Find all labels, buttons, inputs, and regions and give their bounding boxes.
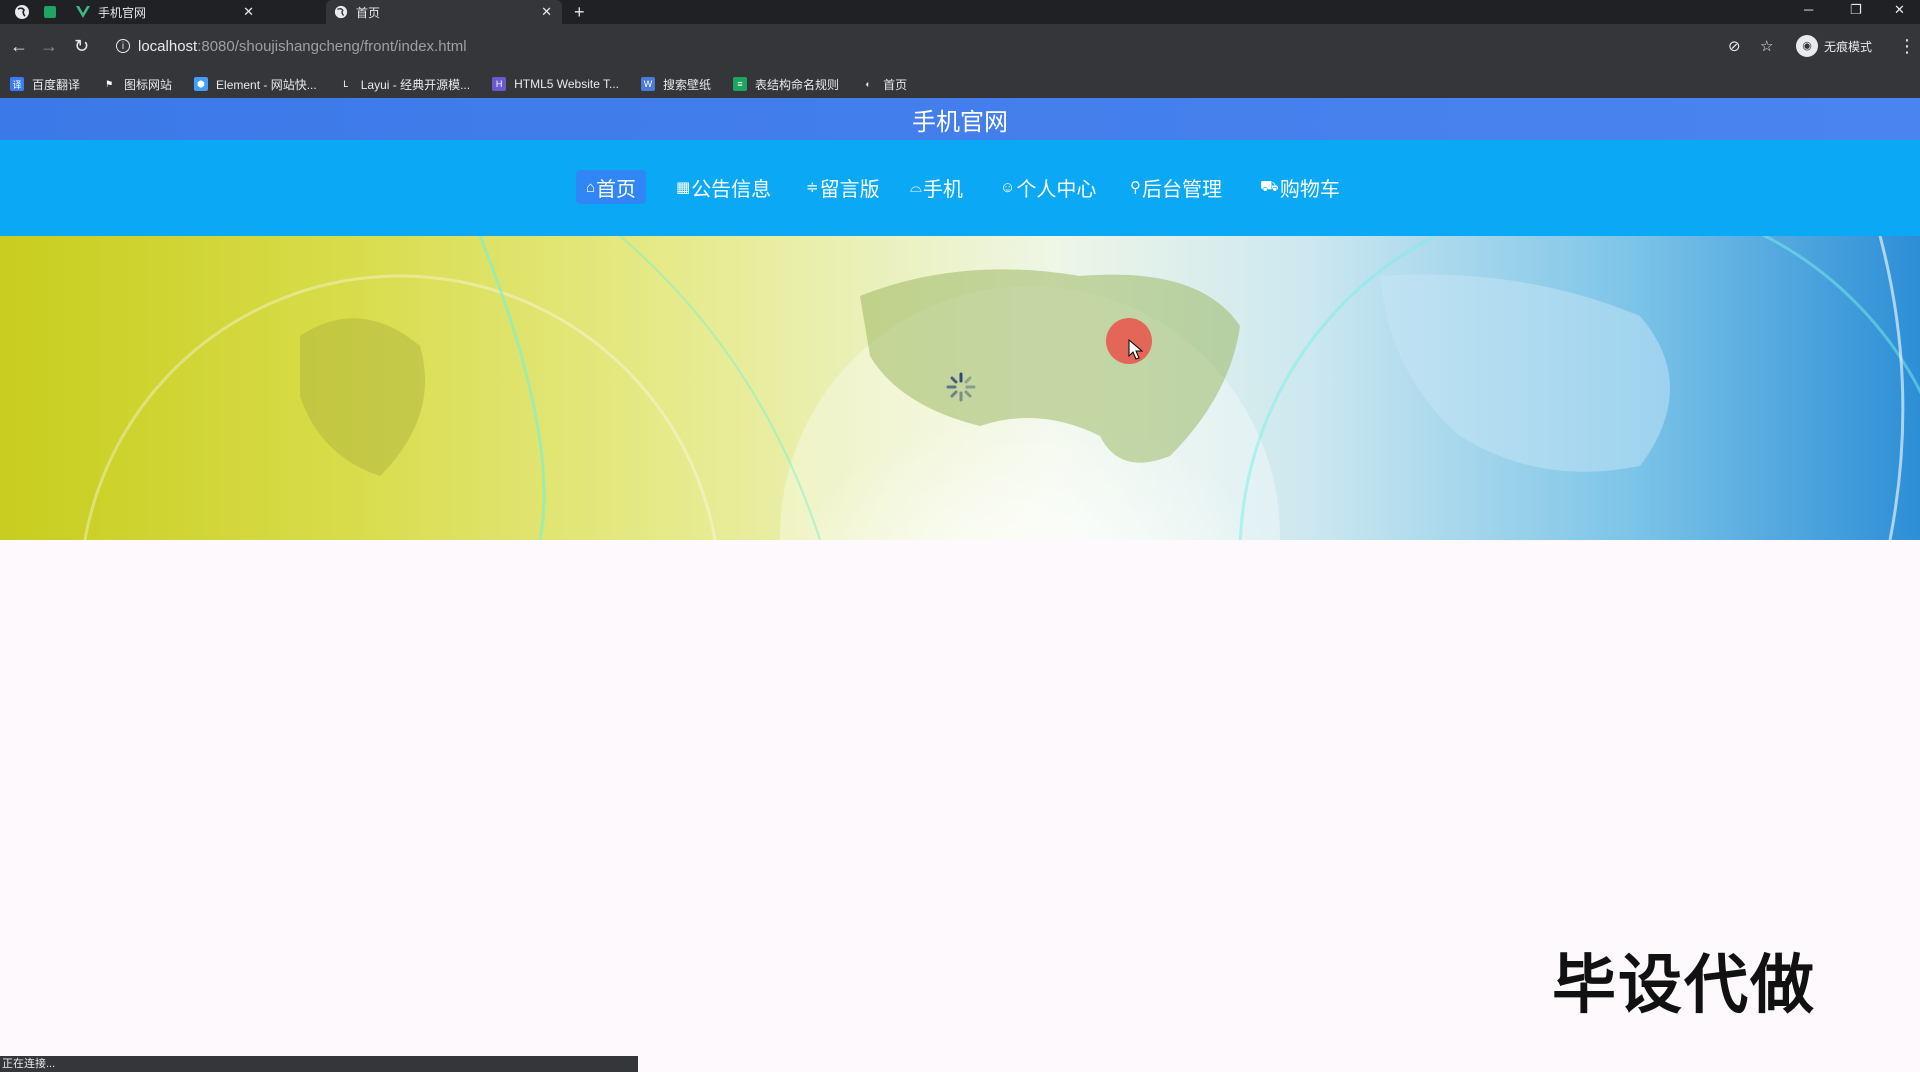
chrome-globe-icon[interactable] [14,4,30,20]
nav-item-notice[interactable]: ▦ 公告信息 [666,170,781,204]
bookmark-icon: W [641,77,656,91]
incognito-indicator[interactable]: ◉ 无痕模式 [1796,35,1872,57]
mouse-cursor-icon [1128,339,1144,360]
bookmark-icon: ⬢ [194,77,209,91]
nav-label: 后台管理 [1142,178,1222,201]
bookmark-label: 首页 [883,77,908,92]
nav-item-phones[interactable]: ⌓ 手机 [900,170,973,204]
bookmark-item[interactable]: ◐ 首页 [861,76,907,93]
bookmark-icon: 译 [10,77,24,91]
forward-icon[interactable]: → [40,36,58,56]
bookmark-label: 图标网站 [124,77,173,92]
bookmark-label: Element - 网站快... [216,77,317,92]
url-text[interactable]: localhost:8080/shoujishangcheng/front/in… [138,38,467,55]
reload-icon[interactable]: ↻ [74,36,89,56]
watermark-text: 毕设代做 [1552,949,1816,1021]
globe-icon [334,5,348,19]
browser-toolbar: ← → ↻ i localhost:8080/shoujishangcheng/… [0,24,1920,70]
bookmark-icon: L [338,77,353,91]
cart-icon: ⛟ [1260,177,1279,195]
new-tab-icon[interactable]: + [574,1,585,23]
home-icon: ⌂ [586,178,596,196]
nav-item-personal-center[interactable]: ☺ 个人中心 [990,170,1106,204]
incognito-label: 无痕模式 [1824,39,1873,54]
nav-label: 购物车 [1279,178,1340,201]
back-icon[interactable]: ← [10,36,28,56]
tracking-blocked-icon[interactable]: ⊘ [1728,38,1741,56]
nav-item-message-board[interactable]: ≑ 留言版 [796,170,890,204]
nav-label: 公告信息 [691,178,772,201]
tab-title: 手机官网 [98,5,147,20]
bookmark-icon: ⚑ [102,77,117,91]
bookmark-label: 搜索壁纸 [663,77,712,92]
tab-close-icon[interactable]: ✕ [541,4,552,20]
vue-icon [76,6,90,18]
nav-label: 手机 [922,178,963,201]
bookmark-item[interactable]: H HTML5 Website T... [492,77,619,91]
bookmark-icon: ≡ [733,77,748,91]
close-window-icon[interactable]: ✕ [1894,2,1905,18]
bookmark-star-icon[interactable]: ☆ [1760,38,1773,56]
bookmark-label: 表结构命名规则 [755,77,840,92]
phone-icon: ⌓ [910,178,922,196]
nav-label: 首页 [596,178,637,201]
link-icon: ⚲ [1130,179,1141,196]
incognito-icon: ◉ [1796,35,1818,57]
bookmark-label: Layui - 经典开源模... [360,77,471,92]
bookmark-label: 百度翻译 [32,77,81,92]
restore-icon[interactable]: ❐ [1850,2,1862,18]
nav-item-cart[interactable]: ⛟ 购物车 [1250,170,1350,204]
site-info-icon[interactable]: i [116,39,130,53]
bookmark-icon: H [492,77,507,91]
main-nav: ⌂ 首页 ▦ 公告信息 ≑ 留言版 ⌓ 手机 ☺ 个人中心 ⚲ 后台管理 ⛟ 购物车 [0,140,1920,236]
bookmark-item[interactable]: L Layui - 经典开源模... [338,76,471,93]
tab-title: 首页 [356,5,381,20]
bookmark-item[interactable]: ⬢ Element - 网站快... [194,76,317,93]
browser-menu-icon[interactable]: ⋮ [1898,36,1916,56]
site-title: 手机官网 [912,108,1008,136]
site-header: 手机官网 [0,98,1920,140]
bookmark-label: HTML5 Website T... [514,77,620,91]
tab-shouji[interactable]: 手机官网 ✕ [68,0,264,24]
notice-icon: ▦ [676,179,691,196]
pinned-tab-icon[interactable] [44,6,56,18]
minimize-icon[interactable]: ─ [1804,2,1813,18]
bookmark-item[interactable]: W 搜索壁纸 [641,76,711,93]
tab-close-icon[interactable]: ✕ [243,4,254,20]
nav-label: 个人中心 [1016,178,1097,201]
loading-spinner-icon [946,372,976,402]
user-icon: ☺ [1000,178,1016,196]
bookmark-item[interactable]: ⚑ 图标网站 [102,76,172,93]
bookmark-item[interactable]: ≡ 表结构命名规则 [733,76,839,93]
message-icon: ≑ [806,179,819,196]
tab-home[interactable]: 首页 ✕ [326,0,562,24]
nav-item-home[interactable]: ⌂ 首页 [576,170,647,204]
nav-label: 留言版 [819,178,880,201]
bookmark-icon: ◐ [861,77,876,91]
nav-item-admin[interactable]: ⚲ 后台管理 [1120,170,1232,204]
bookmark-item[interactable]: 译百度翻译 [10,76,80,93]
status-bar: 正在连接... [0,1056,638,1072]
browser-tab-strip: 手机官网 ✕ 首页 ✕ + ─ ❐ ✕ [0,0,1920,24]
bookmarks-bar: 译百度翻译 ⚑ 图标网站 ⬢ Element - 网站快... L Layui - 经… [0,70,1920,98]
